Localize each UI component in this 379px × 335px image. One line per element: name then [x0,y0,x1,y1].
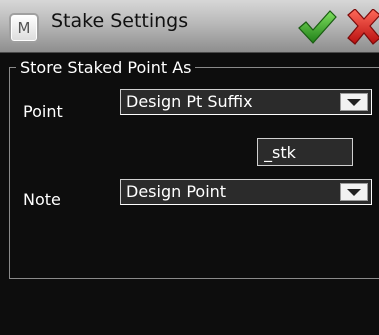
point-label: Point [23,102,63,121]
window-title: Stake Settings [51,10,189,32]
chevron-down-icon [347,98,361,106]
cancel-button[interactable] [344,9,379,45]
title-bar: M Stake Settings [0,0,379,53]
chevron-down-icon [347,188,361,196]
note-select-value: Design Point [126,182,227,201]
note-dropdown-button[interactable] [340,183,368,201]
checkmark-icon [298,10,337,44]
point-select-value: Design Pt Suffix [126,92,253,111]
suffix-input[interactable] [264,141,342,163]
note-select[interactable]: Design Point [120,179,372,205]
group-title: Store Staked Point As [16,58,196,77]
menu-button[interactable]: M [9,13,39,43]
point-select[interactable]: Design Pt Suffix [120,89,372,115]
note-label: Note [23,190,61,209]
point-dropdown-button[interactable] [340,93,368,111]
menu-icon: M [17,19,31,37]
accept-button[interactable] [297,9,337,45]
suffix-field[interactable] [257,138,353,166]
close-icon [347,9,379,45]
